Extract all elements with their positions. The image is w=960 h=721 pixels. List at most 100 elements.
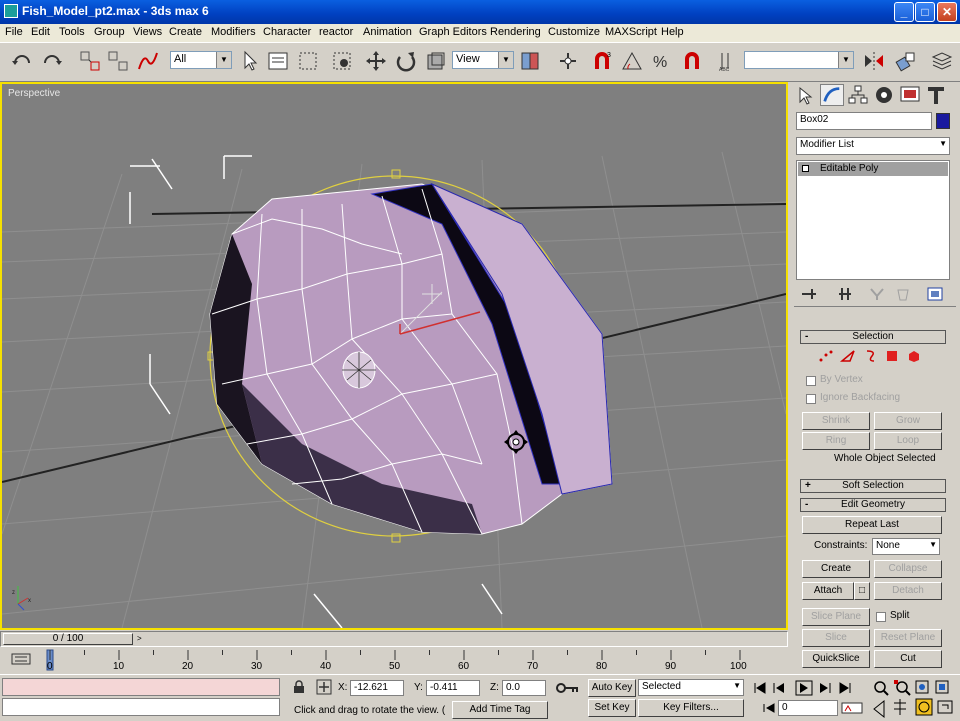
x-coord-field[interactable]: -12.621 bbox=[350, 680, 404, 696]
next-frame-icon[interactable]: > bbox=[137, 634, 142, 643]
key-mode-toggle-icon[interactable] bbox=[762, 701, 776, 715]
play-icon[interactable] bbox=[795, 680, 813, 696]
select-by-name-icon[interactable] bbox=[266, 49, 290, 73]
modify-tab-icon[interactable] bbox=[820, 84, 844, 106]
named-selection-dropdown[interactable]: ▼ bbox=[744, 51, 854, 69]
remove-modifier-icon[interactable] bbox=[894, 286, 912, 302]
menu-animation[interactable]: Animation bbox=[363, 26, 412, 38]
auto-key-button[interactable]: Auto Key bbox=[588, 679, 636, 697]
menu-customize[interactable]: Customize bbox=[548, 26, 600, 38]
unlink-icon[interactable] bbox=[106, 49, 130, 73]
menu-modifiers[interactable]: Modifiers bbox=[211, 26, 256, 38]
pivot-center-icon[interactable] bbox=[518, 49, 542, 73]
attach-list-button[interactable]: □ bbox=[854, 582, 870, 600]
maxscript-output[interactable] bbox=[2, 698, 280, 716]
constraints-dropdown[interactable]: None ▼ bbox=[872, 538, 940, 555]
fish-mesh[interactable] bbox=[209, 182, 613, 535]
window-crossing-icon[interactable] bbox=[330, 49, 354, 73]
menu-graph-editors[interactable]: Graph Editors bbox=[419, 26, 487, 38]
select-object-icon[interactable] bbox=[238, 49, 262, 73]
previous-frame-icon[interactable] bbox=[773, 683, 784, 693]
move-icon[interactable] bbox=[364, 49, 388, 73]
edit-named-selection-icon[interactable]: ABC bbox=[716, 49, 740, 73]
menu-edit[interactable]: Edit bbox=[31, 26, 50, 38]
percent-snap-icon[interactable]: % bbox=[650, 49, 674, 73]
spinner-snap-icon[interactable] bbox=[680, 49, 704, 73]
create-button[interactable]: Create bbox=[802, 560, 870, 578]
goto-start-icon[interactable] bbox=[754, 682, 766, 694]
mirror-icon[interactable] bbox=[862, 49, 886, 73]
expand-icon[interactable] bbox=[802, 165, 809, 172]
time-configuration-icon[interactable] bbox=[840, 701, 864, 715]
by-vertex-checkbox[interactable] bbox=[806, 376, 816, 386]
rectangular-selection-icon[interactable] bbox=[296, 49, 320, 73]
element-mode-icon[interactable] bbox=[906, 349, 922, 363]
angle-snap-icon[interactable] bbox=[620, 49, 644, 73]
menu-reactor[interactable]: reactor bbox=[319, 26, 353, 38]
grow-button[interactable]: Grow bbox=[874, 412, 942, 430]
zoom-icon[interactable] bbox=[874, 681, 889, 696]
zoom-all-icon[interactable] bbox=[894, 680, 911, 696]
motion-tab-icon[interactable] bbox=[872, 84, 896, 106]
make-unique-icon[interactable] bbox=[868, 286, 886, 302]
object-name-field[interactable]: Box02 bbox=[796, 112, 932, 130]
edit-geometry-rollout-header[interactable]: - Edit Geometry bbox=[800, 498, 946, 512]
perspective-viewport[interactable]: Perspective z x bbox=[0, 82, 788, 630]
detach-button[interactable]: Detach bbox=[874, 582, 942, 600]
split-checkbox[interactable] bbox=[876, 612, 886, 622]
quickslice-button[interactable]: QuickSlice bbox=[802, 650, 870, 668]
soft-selection-rollout-header[interactable]: + Soft Selection bbox=[800, 479, 946, 493]
menu-maxscript[interactable]: MAXScript bbox=[605, 26, 657, 38]
gizmo-handle[interactable] bbox=[391, 533, 401, 543]
add-time-tag-button[interactable]: Add Time Tag bbox=[452, 701, 548, 719]
align-icon[interactable] bbox=[894, 49, 918, 73]
maxscript-listener-input[interactable] bbox=[2, 678, 280, 696]
selection-filter-dropdown[interactable]: All ▼ bbox=[170, 51, 232, 69]
collapse-button[interactable]: Collapse bbox=[874, 560, 942, 578]
lock-icon[interactable] bbox=[292, 680, 306, 694]
key-filters-button[interactable]: Key Filters... bbox=[638, 699, 744, 717]
menu-create[interactable]: Create bbox=[169, 26, 202, 38]
next-frame-icon[interactable] bbox=[820, 683, 831, 693]
loop-button[interactable]: Loop bbox=[874, 432, 942, 450]
utilities-tab-icon[interactable] bbox=[924, 84, 948, 106]
maximize-viewport-icon[interactable] bbox=[937, 700, 953, 714]
maximize-button[interactable]: □ bbox=[915, 2, 935, 22]
display-tab-icon[interactable] bbox=[898, 84, 922, 106]
key-mode-dropdown[interactable]: Selected ▼ bbox=[638, 679, 744, 696]
pan-icon[interactable] bbox=[894, 699, 906, 715]
bind-spacewarp-icon[interactable] bbox=[136, 49, 160, 73]
menu-tools[interactable]: Tools bbox=[59, 26, 85, 38]
snaps-toggle-icon[interactable]: 3 bbox=[590, 49, 614, 73]
select-manipulate-icon[interactable] bbox=[556, 49, 580, 73]
configure-modifier-sets-icon[interactable] bbox=[926, 286, 944, 302]
zoom-extents-icon[interactable] bbox=[915, 680, 929, 694]
arc-rotate-icon[interactable] bbox=[915, 698, 933, 716]
selection-rollout-header[interactable]: - Selection bbox=[800, 330, 946, 344]
reference-coord-dropdown[interactable]: View ▼ bbox=[452, 51, 514, 69]
pin-stack-icon[interactable] bbox=[800, 286, 818, 302]
stack-item[interactable]: Editable Poly bbox=[798, 162, 948, 176]
repeat-last-button[interactable]: Repeat Last bbox=[802, 516, 942, 534]
attach-button[interactable]: Attach bbox=[802, 582, 854, 600]
border-mode-icon[interactable] bbox=[862, 349, 878, 363]
gizmo-handle[interactable] bbox=[391, 169, 401, 179]
object-color-swatch[interactable] bbox=[936, 113, 950, 129]
ignore-backfacing-checkbox[interactable] bbox=[806, 394, 816, 404]
menu-views[interactable]: Views bbox=[133, 26, 162, 38]
cut-button[interactable]: Cut bbox=[874, 650, 942, 668]
track-bar[interactable]: 0 10 20 30 40 50 60 70 80 90 100 bbox=[0, 648, 788, 674]
current-frame-field[interactable]: 0 bbox=[778, 700, 838, 716]
select-link-icon[interactable] bbox=[78, 49, 102, 73]
slice-button[interactable]: Slice bbox=[802, 629, 870, 647]
minimize-button[interactable]: _ bbox=[894, 2, 914, 22]
vertex-mode-icon[interactable] bbox=[818, 349, 834, 363]
undo-icon[interactable] bbox=[10, 49, 34, 73]
rotate-icon[interactable] bbox=[394, 49, 418, 73]
redo-icon[interactable] bbox=[40, 49, 64, 73]
layer-manager-icon[interactable] bbox=[930, 49, 954, 73]
zoom-extents-all-icon[interactable] bbox=[935, 680, 949, 694]
time-slider-thumb[interactable]: 0 / 100 bbox=[3, 633, 133, 645]
hierarchy-tab-icon[interactable] bbox=[846, 84, 870, 106]
scale-icon[interactable] bbox=[424, 49, 448, 73]
